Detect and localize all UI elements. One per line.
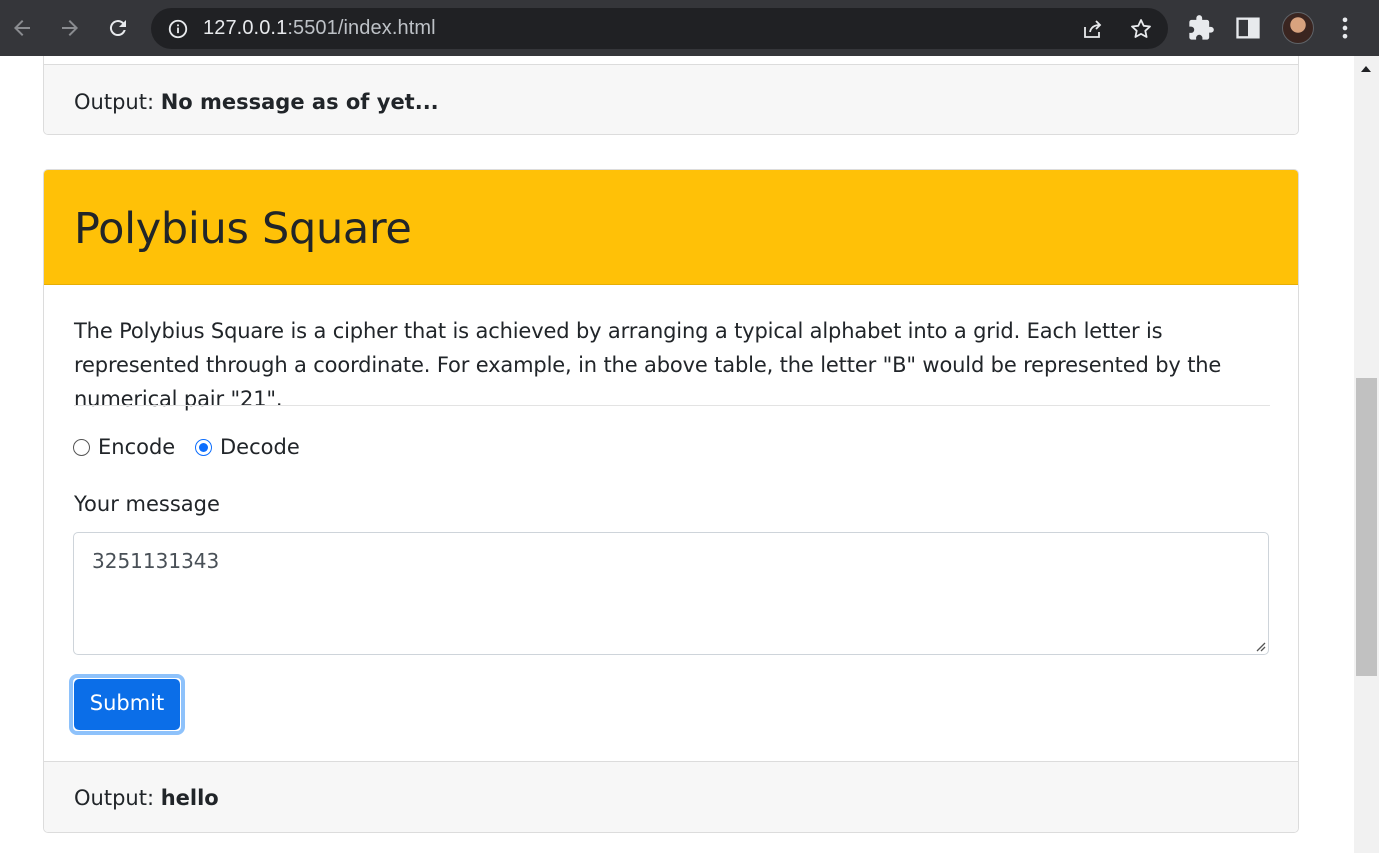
submit-button[interactable]: Submit	[69, 674, 185, 735]
scroll-up-arrow-icon[interactable]	[1361, 66, 1371, 72]
output-value: No message as of yet...	[160, 90, 439, 114]
decode-option[interactable]: Decode	[195, 434, 300, 460]
polybius-card: Polybius Square The Polybius Square is a…	[43, 169, 1299, 833]
encode-label[interactable]: Encode	[98, 434, 175, 460]
previous-output: Output: No message as of yet...	[74, 88, 439, 116]
encode-radio[interactable]	[73, 438, 90, 456]
url-host: 127.0.0.1	[203, 17, 288, 39]
message-value: 3251131343	[92, 549, 220, 573]
extensions-puzzle-icon[interactable]	[1187, 14, 1215, 42]
address-bar[interactable]: 127.0.0.1:5501/index.html	[151, 8, 1168, 49]
previous-card-footer: Output: No message as of yet...	[44, 64, 1298, 134]
reload-icon	[109, 20, 126, 37]
more-menu-icon[interactable]	[1331, 14, 1359, 42]
scroll-thumb[interactable]	[1356, 378, 1377, 676]
message-label: Your message	[74, 492, 220, 516]
forward-arrow-icon	[62, 20, 78, 36]
submit-label: Submit	[74, 679, 180, 730]
back-arrow-icon	[14, 20, 30, 36]
output-label: Output:	[74, 90, 161, 114]
url-path: :5501/index.html	[287, 17, 436, 39]
encode-option[interactable]: Encode	[73, 434, 175, 460]
forward-button[interactable]	[54, 12, 86, 44]
browser-toolbar: 127.0.0.1:5501/index.html	[0, 0, 1379, 56]
output-value: hello	[160, 786, 219, 810]
card-header: Polybius Square	[44, 170, 1298, 285]
card-footer: Output: hello	[44, 761, 1298, 832]
vertical-scrollbar[interactable]	[1354, 56, 1379, 853]
decode-label[interactable]: Decode	[220, 434, 300, 460]
polybius-output: Output: hello	[74, 784, 219, 812]
back-button[interactable]	[6, 12, 38, 44]
share-icon[interactable]	[1081, 17, 1105, 41]
bookmark-star-icon[interactable]	[1129, 17, 1153, 41]
message-textarea[interactable]: 3251131343	[73, 532, 1269, 655]
resize-grip-icon[interactable]	[1254, 640, 1266, 652]
output-label: Output:	[74, 786, 161, 810]
side-panel-icon[interactable]	[1234, 14, 1262, 42]
url-text[interactable]: 127.0.0.1:5501/index.html	[203, 17, 436, 40]
cipher-description: The Polybius Square is a cipher that is …	[74, 319, 1222, 411]
decode-radio[interactable]	[195, 438, 212, 456]
site-info-icon[interactable]	[167, 18, 189, 40]
reload-button[interactable]	[102, 12, 134, 44]
profile-avatar[interactable]	[1282, 12, 1314, 44]
previous-cipher-card: Output: No message as of yet...	[43, 56, 1299, 135]
divider	[74, 405, 1270, 406]
page-viewport: Output: No message as of yet... Polybius…	[0, 56, 1354, 853]
card-title: Polybius Square	[74, 204, 412, 254]
